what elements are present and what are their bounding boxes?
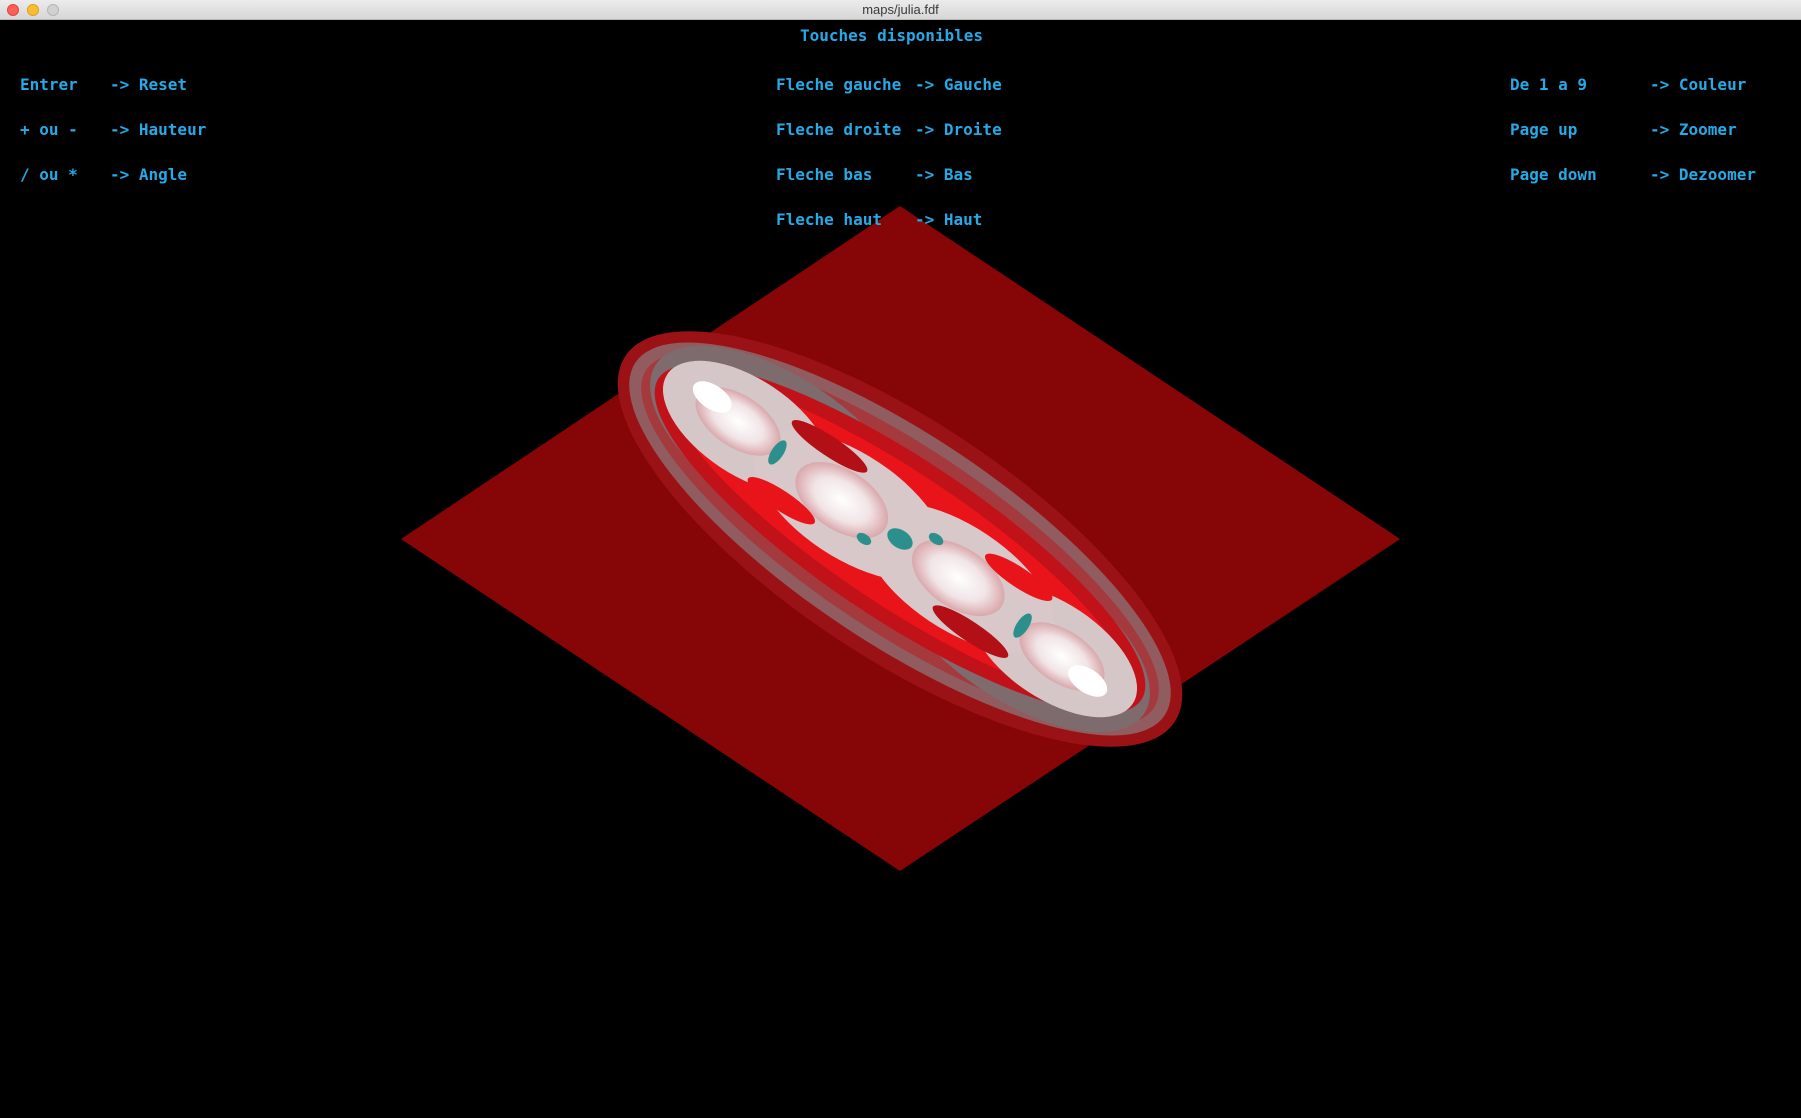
action-label: -> Couleur <box>1650 75 1747 94</box>
key-label: Page down <box>1510 165 1597 184</box>
key-label: Fleche haut <box>776 210 882 229</box>
action-label: -> Haut <box>915 210 983 229</box>
help-row-zoom-in: Page up -> Zoomer <box>1510 120 1737 139</box>
action-label: -> Gauche <box>915 75 1002 94</box>
action-label: -> Hauteur <box>110 120 207 139</box>
key-label: Page up <box>1510 120 1578 139</box>
help-left-column: Entrer -> Reset + ou - -> Hauteur / ou * ->… <box>20 47 206 212</box>
action-label: -> Reset <box>110 75 188 94</box>
key-label: + ou - <box>20 120 78 139</box>
help-row-left: Fleche gauche -> Gauche <box>776 75 1002 94</box>
action-label: -> Angle <box>110 165 188 184</box>
help-row-zoom-out: Page down -> Dezoomer <box>1510 165 1756 184</box>
help-row-color: De 1 a 9 -> Couleur <box>1510 75 1746 94</box>
help-right-column: De 1 a 9 -> Couleur Page up -> Zoomer Page… <box>1510 47 1756 212</box>
key-label: / ou * <box>20 165 78 184</box>
action-label: -> Zoomer <box>1650 120 1737 139</box>
title-bar[interactable]: maps/julia.fdf <box>0 0 1801 20</box>
action-label: -> Bas <box>915 165 973 184</box>
render-canvas[interactable]: Touches disponibles Entrer -> Reset + ou … <box>0 20 1801 1118</box>
key-label: Fleche gauche <box>776 75 902 94</box>
key-label: Fleche droite <box>776 120 902 139</box>
help-heading: Touches disponibles <box>800 26 984 45</box>
window-title: maps/julia.fdf <box>862 2 939 17</box>
help-row-right: Fleche droite -> Droite <box>776 120 1002 139</box>
key-label: Entrer <box>20 75 78 94</box>
help-row-down: Fleche bas -> Bas <box>776 165 973 184</box>
key-label: De 1 a 9 <box>1510 75 1588 94</box>
action-label: -> Droite <box>915 120 1002 139</box>
action-label: -> Dezoomer <box>1650 165 1756 184</box>
fdf-window: maps/julia.fdf Touches disponibles Entre… <box>0 0 1801 1118</box>
help-row-angle: / ou * -> Angle <box>20 165 187 184</box>
key-label: Fleche bas <box>776 165 873 184</box>
help-row-up: Fleche haut -> Haut <box>776 210 982 229</box>
help-row-reset: Entrer -> Reset <box>20 75 187 94</box>
help-center-column: Fleche gauche -> Gauche Fleche droite -> D… <box>776 47 1002 257</box>
help-row-height: + ou - -> Hauteur <box>20 120 206 139</box>
